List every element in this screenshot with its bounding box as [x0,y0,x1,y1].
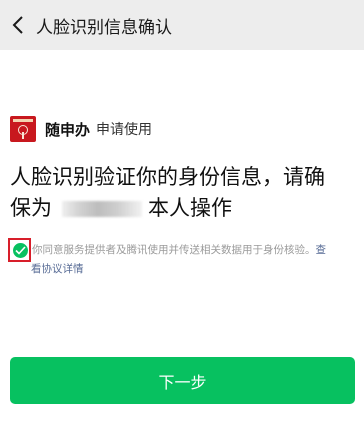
agreement-checkbox[interactable] [8,238,31,262]
agreement-row: 你同意服务提供者及腾讯使用并传送相关数据用于身份核验。查 看协议详情 [8,238,358,284]
verification-headline: 人脸识别验证你的身份信息，请确 保为 本人操作 [10,162,360,224]
agreement-text: 你同意服务提供者及腾讯使用并传送相关数据用于身份核验。查 看协议详情 [31,241,362,279]
app-name: 随申办 [45,120,91,139]
navigation-bar: 人脸识别信息确认 [0,0,364,50]
next-step-button[interactable]: 下一步 [10,357,355,404]
agreement-statement: 你同意服务提供者及腾讯使用并传送相关数据用于身份核验。 [32,244,316,256]
back-button[interactable] [2,0,34,50]
chevron-left-icon [12,16,23,34]
blurred-user-name [62,200,142,217]
suishenban-logo-icon [10,116,36,142]
headline-line-2: 保为 本人操作 [10,193,360,224]
headline-line-1: 人脸识别验证你的身份信息，请确 [10,165,325,189]
view-agreement-link-part-2[interactable]: 看协议详情 [31,260,362,279]
headline-prefix: 保为 [10,196,52,220]
view-agreement-link-part-1[interactable]: 查 [316,244,327,256]
app-request-action: 申请使用 [96,122,153,138]
page-title: 人脸识别信息确认 [36,17,172,38]
checkmark-icon [13,243,28,258]
headline-suffix: 本人操作 [148,196,232,220]
requesting-app: 随申办 申请使用 [10,114,152,144]
